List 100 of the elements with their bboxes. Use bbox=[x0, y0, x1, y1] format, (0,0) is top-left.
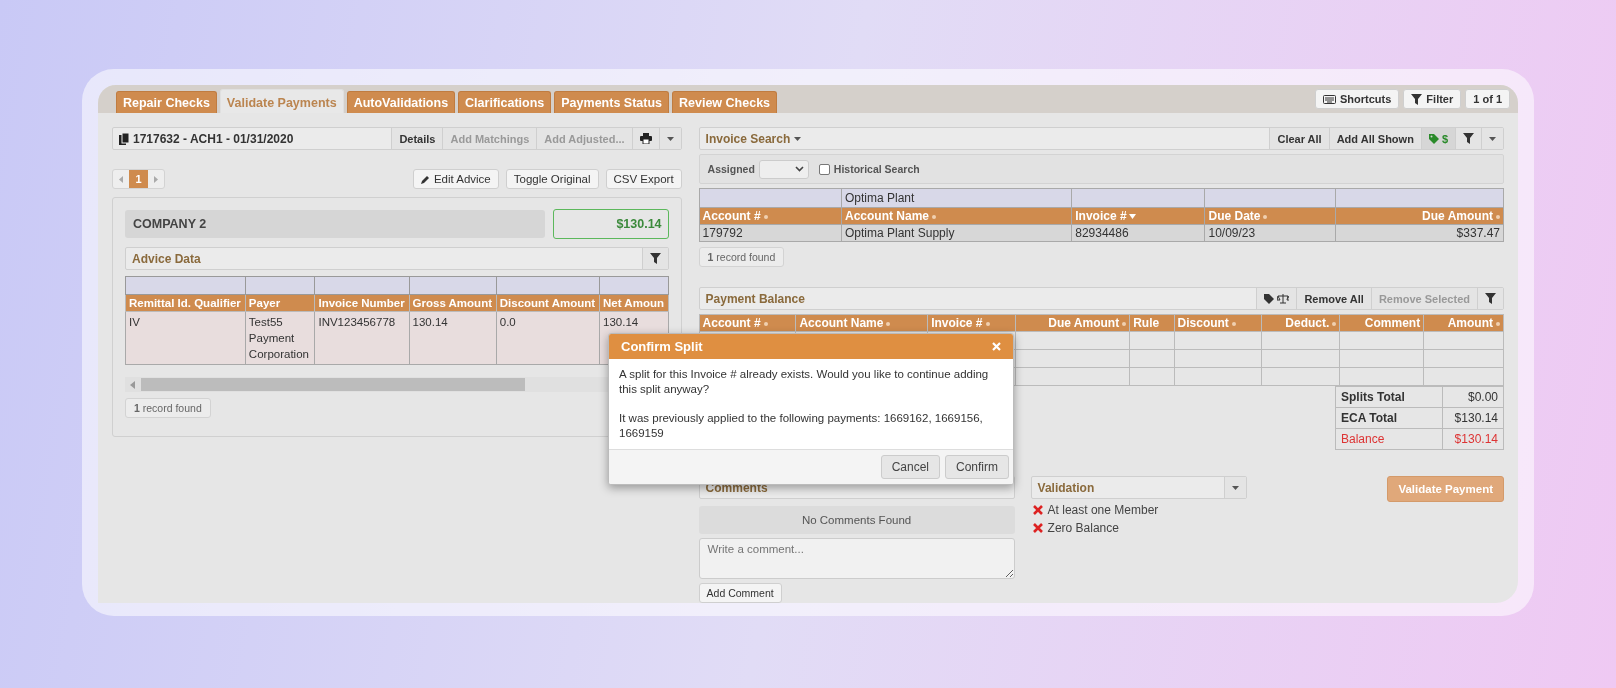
filter-cell[interactable] bbox=[314, 276, 410, 295]
search-button[interactable]: Clear All bbox=[1269, 128, 1329, 149]
filter-icon bbox=[1485, 293, 1496, 304]
scale-icon bbox=[1277, 293, 1290, 304]
company-amount: $130.14 bbox=[552, 209, 669, 239]
comment-input[interactable]: Write a comment... bbox=[698, 538, 1015, 579]
filter-cell[interactable] bbox=[409, 276, 497, 295]
page-count-button[interactable]: 1 of 1 bbox=[1465, 89, 1510, 109]
invoice-search-title[interactable]: Invoice Search bbox=[699, 128, 1270, 149]
tab[interactable]: Review Checks bbox=[672, 91, 778, 113]
tab[interactable]: Repair Checks bbox=[116, 91, 217, 113]
filter-cell[interactable] bbox=[1204, 188, 1336, 208]
chevron-down-icon bbox=[794, 166, 804, 172]
sort-icon bbox=[1231, 321, 1236, 326]
filter-button[interactable] bbox=[641, 248, 668, 269]
dialog-message: It was previously applied to the following payments: 1669162, 1669156, 1669159 bbox=[619, 411, 984, 441]
filter-icon bbox=[649, 253, 661, 264]
record-count: 1 record found bbox=[125, 398, 211, 418]
table-cell: INV123456778 bbox=[314, 311, 410, 365]
filter-cell[interactable] bbox=[245, 276, 315, 295]
column-header[interactable]: Due Amount bbox=[1015, 314, 1130, 332]
search-button[interactable]: Add All Shown bbox=[1328, 128, 1421, 149]
dropdown-button[interactable] bbox=[1481, 128, 1503, 149]
check-title: 1717632 - ACH1 - 01/31/2020 bbox=[133, 131, 294, 146]
previous-icon[interactable] bbox=[119, 175, 123, 183]
close-icon[interactable] bbox=[992, 342, 1001, 351]
advice-data-title: Advice Data bbox=[131, 250, 202, 268]
advice-button[interactable]: CSV Export bbox=[605, 169, 682, 189]
next-icon[interactable] bbox=[154, 175, 158, 183]
filter-button[interactable]: Filter bbox=[1403, 89, 1462, 109]
table-cell: 130.14 bbox=[409, 311, 497, 365]
shortcuts-button[interactable]: Shortcuts bbox=[1315, 89, 1400, 109]
historical-search-label: Historical Search bbox=[833, 163, 920, 175]
balance-button[interactable]: Remove All bbox=[1296, 288, 1371, 309]
column-header[interactable]: Rule bbox=[1129, 314, 1175, 332]
tag-balance-button[interactable] bbox=[1256, 288, 1297, 309]
validation-item: At least one Member bbox=[1047, 503, 1159, 517]
filter-cell[interactable] bbox=[699, 188, 842, 208]
assigned-select[interactable] bbox=[758, 159, 809, 179]
column-header[interactable]: Discount bbox=[1174, 314, 1262, 332]
documents-icon bbox=[119, 132, 129, 145]
tag-icon bbox=[1428, 133, 1439, 144]
total-label: Balance bbox=[1335, 428, 1443, 450]
dialog-button[interactable]: Cancel bbox=[880, 455, 940, 479]
dropdown-button[interactable] bbox=[1223, 477, 1246, 498]
total-label: Splits Total bbox=[1335, 386, 1443, 408]
validation-dropdown[interactable]: Validation bbox=[1030, 476, 1247, 499]
filter-cell[interactable] bbox=[496, 276, 600, 295]
filter-icon bbox=[1411, 93, 1423, 105]
sort-icon bbox=[985, 321, 990, 326]
header-button[interactable]: Details bbox=[391, 128, 443, 149]
dialog-button[interactable]: Confirm bbox=[945, 455, 1009, 479]
record-count: 1 record found bbox=[698, 247, 785, 267]
validation-title: Validation bbox=[1036, 479, 1096, 497]
column-header[interactable]: Comment bbox=[1339, 314, 1424, 332]
sort-icon bbox=[1332, 321, 1337, 326]
total-value: $130.14 bbox=[1442, 407, 1504, 429]
sort-icon bbox=[1122, 321, 1127, 326]
filter-cell[interactable] bbox=[1335, 188, 1504, 208]
print-icon bbox=[639, 133, 652, 144]
dropdown-button[interactable] bbox=[658, 128, 681, 149]
filter-cell[interactable] bbox=[599, 276, 669, 295]
tab[interactable]: Clarifications bbox=[458, 91, 552, 113]
filter-cell[interactable] bbox=[1071, 188, 1205, 208]
print-button[interactable] bbox=[631, 128, 659, 149]
tag-dollar-button[interactable]: $ bbox=[1420, 128, 1455, 149]
dialog-message: A split for this Invoice # already exists. Would you like to continue adding this split anyway? bbox=[619, 367, 990, 397]
tab[interactable]: AutoValidations bbox=[346, 91, 456, 113]
column-header[interactable]: Deduct. bbox=[1261, 314, 1340, 332]
caret-icon bbox=[794, 136, 802, 141]
sort-icon bbox=[1496, 214, 1500, 219]
advice-button[interactable]: Toggle Original bbox=[505, 169, 599, 189]
sort-icon bbox=[763, 321, 768, 326]
sort-icon bbox=[763, 214, 768, 219]
table-cell: Test55 Payment Corporation bbox=[245, 311, 315, 365]
filter-button[interactable] bbox=[1455, 128, 1481, 149]
caret-icon bbox=[1231, 485, 1239, 490]
column-header[interactable]: Account Name bbox=[795, 314, 928, 332]
filter-cell[interactable] bbox=[125, 276, 246, 295]
no-comments-message: No Comments Found bbox=[698, 506, 1015, 534]
column-header[interactable]: Account # bbox=[699, 314, 796, 332]
payment-balance-title: Payment Balance bbox=[704, 290, 806, 308]
total-label: ECA Total bbox=[1335, 407, 1443, 429]
pencil-icon bbox=[420, 174, 430, 184]
column-header[interactable]: Invoice # bbox=[927, 314, 1016, 332]
caret-icon bbox=[666, 136, 674, 141]
add-comment-button[interactable]: Add Comment bbox=[698, 583, 782, 603]
caret-icon bbox=[1489, 136, 1496, 141]
filter-icon bbox=[1463, 133, 1474, 144]
tag-icon bbox=[1264, 293, 1275, 304]
advice-button[interactable]: Edit Advice bbox=[412, 169, 499, 189]
filter-button[interactable] bbox=[1477, 288, 1503, 309]
column-header[interactable]: Amount bbox=[1423, 314, 1504, 332]
page-button[interactable]: 1 bbox=[129, 170, 148, 188]
sort-descending-icon bbox=[1128, 214, 1136, 220]
filter-cell[interactable]: Optima Plant bbox=[841, 188, 1072, 208]
tab[interactable]: Validate Payments bbox=[219, 89, 344, 113]
tab[interactable]: Payments Status bbox=[554, 91, 669, 113]
historical-search-checkbox[interactable] bbox=[818, 163, 830, 175]
validation-item: Zero Balance bbox=[1047, 521, 1119, 535]
